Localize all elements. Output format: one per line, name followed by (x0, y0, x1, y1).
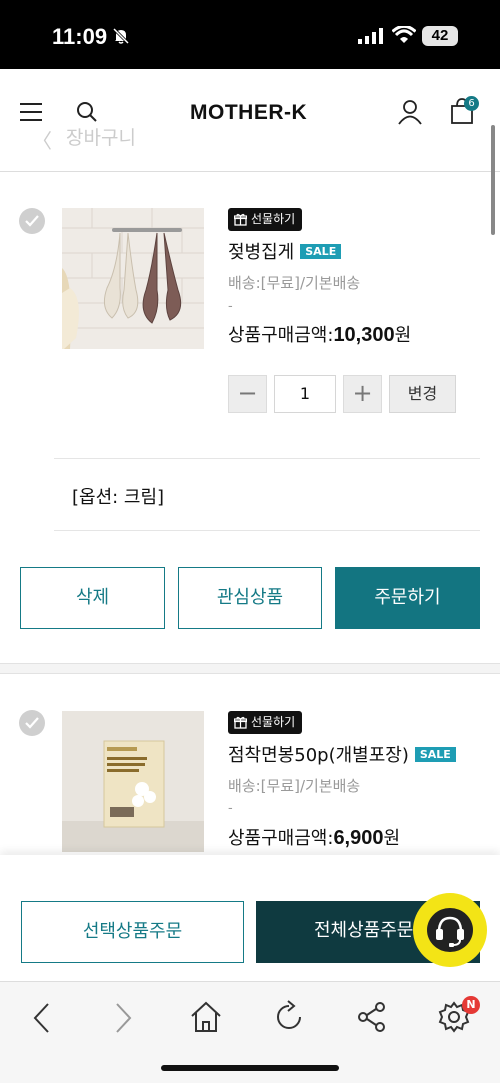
wishlist-button[interactable]: 관심상품 (178, 567, 322, 629)
item-price: 상품구매금액:10,300원 (228, 321, 411, 347)
item-option: [옵션: 크림] (72, 487, 165, 508)
nav-forward-icon[interactable] (111, 1000, 135, 1036)
divider (54, 530, 480, 531)
site-header: 〈 장바구니 MOTHER-K 6 (0, 69, 500, 171)
chat-headset-icon (427, 908, 473, 952)
item-checkbox[interactable] (19, 208, 45, 234)
item-checkbox[interactable] (19, 710, 45, 736)
gift-icon (234, 716, 247, 729)
section-separator (0, 663, 500, 674)
price-value: 10,300 (333, 324, 395, 346)
wifi-icon (392, 26, 416, 43)
product-image[interactable] (62, 208, 204, 349)
product-image[interactable] (62, 711, 204, 852)
status-bar: 11:09 42 (0, 0, 500, 69)
quantity-change-button[interactable]: 변경 (389, 375, 456, 413)
quantity-input[interactable]: 1 (274, 375, 336, 413)
battery-indicator: 42 (422, 26, 458, 46)
check-icon (25, 717, 39, 729)
item-price: 상품구매금액:6,900원 (228, 824, 400, 850)
shipping-info: 배송:[무료]/기본배송 (228, 777, 361, 795)
gift-label: 선물하기 (251, 715, 296, 729)
option-dash: - (228, 299, 233, 314)
gift-button[interactable]: 선물하기 (228, 711, 303, 734)
shipping-info: 배송:[무료]/기본배송 (228, 274, 361, 292)
delete-button[interactable]: 삭제 (20, 567, 165, 629)
chat-button[interactable] (413, 893, 487, 967)
price-unit: 원 (383, 828, 401, 849)
notification-badge: N (462, 996, 480, 1014)
page-title: 장바구니 (66, 127, 136, 149)
check-icon (25, 215, 39, 227)
price-label: 상품구매금액: (228, 828, 334, 849)
price-value: 6,900 (333, 827, 384, 849)
header-divider (0, 171, 500, 172)
gift-button[interactable]: 선물하기 (228, 208, 303, 231)
reload-icon[interactable] (272, 1000, 306, 1034)
menu-icon[interactable] (20, 103, 42, 121)
back-icon[interactable]: 〈 (32, 125, 52, 154)
sale-badge: SALE (414, 747, 456, 762)
signal-icon (358, 28, 383, 44)
user-icon[interactable] (397, 99, 423, 125)
quantity-decrease-button[interactable]: − (228, 375, 267, 413)
home-icon[interactable] (189, 1000, 223, 1034)
order-item-button[interactable]: 주문하기 (335, 567, 480, 629)
sale-badge: SALE (300, 244, 342, 259)
scrollbar[interactable] (491, 125, 495, 235)
status-time: 11:09 (52, 24, 108, 49)
divider (54, 458, 480, 459)
search-icon[interactable] (76, 101, 98, 123)
product-name[interactable]: 젖병집게 SALE (228, 238, 342, 264)
bell-slash-icon (112, 27, 130, 45)
logo[interactable]: MOTHER-K (190, 101, 307, 125)
share-icon[interactable] (357, 1000, 387, 1034)
gift-icon (234, 213, 247, 226)
gift-label: 선물하기 (251, 212, 296, 226)
product-name-text: 젖병집게 (228, 242, 295, 263)
quantity-increase-button[interactable]: + (343, 375, 382, 413)
cart-count-badge: 6 (464, 96, 479, 111)
order-selected-button[interactable]: 선택상품주문 (21, 901, 244, 963)
product-name-text: 점착면봉50p(개별포장) (228, 745, 409, 766)
home-indicator[interactable] (161, 1065, 339, 1071)
price-label: 상품구매금액: (228, 325, 334, 346)
price-unit: 원 (394, 325, 412, 346)
nav-back-icon[interactable] (30, 1000, 54, 1036)
option-dash: - (228, 801, 233, 816)
product-name[interactable]: 점착면봉50p(개별포장) SALE (228, 741, 456, 767)
